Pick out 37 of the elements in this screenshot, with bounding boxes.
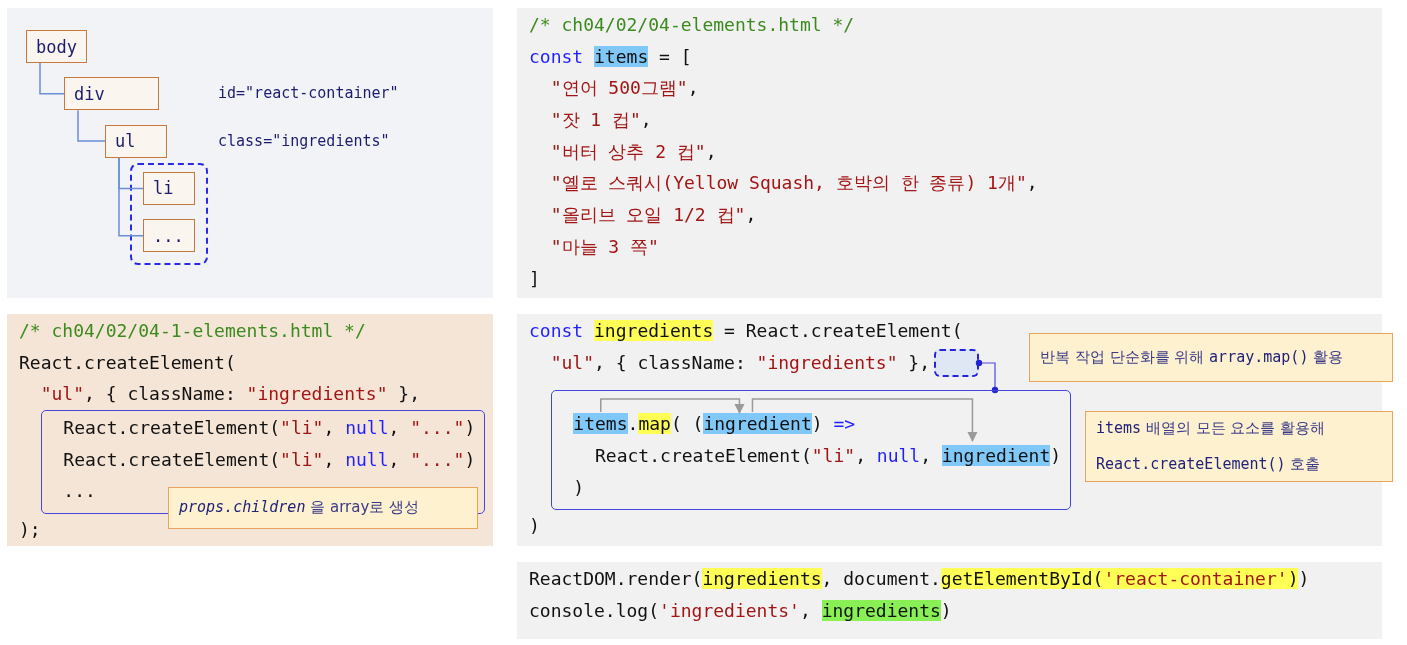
callout-text: items 배열의 모든 요소를 활용해: [1096, 417, 1327, 439]
code-line: "잣 1 컵",: [549, 108, 652, 133]
code-line: "옐로 스쿼시(Yellow Squash, 호박의 한 종류) 1개",: [549, 171, 1038, 196]
code-line: /* ch04/02/04-elements.html */: [529, 13, 855, 37]
code-line: "ul", { className: "ingredients" },: [549, 350, 930, 375]
code-line: "ul", { className: "ingredients" },: [39, 382, 420, 407]
code-line: ): [529, 514, 540, 539]
tree-node: ul: [105, 124, 167, 158]
tree-node: body: [26, 30, 87, 63]
tree-node: ...: [143, 219, 195, 253]
callout-text: React.createElement() 호출: [1096, 453, 1322, 475]
code-line: "마늘 3 쪽": [549, 234, 659, 259]
tree-node: div: [64, 77, 159, 111]
code-line: React.createElement("li", null, "..."): [63, 416, 476, 441]
callout-text: 반복 작업 단순화를 위해 array.map() 활용: [1040, 346, 1345, 368]
code-line: items.map( (ingredient) =>: [573, 412, 856, 437]
callout-text: props.children 을 array로 생성: [179, 497, 421, 519]
connector-line: [39, 62, 65, 95]
code-line: ]: [529, 266, 540, 291]
code-line: /* ch04/02/04-1-elements.html */: [19, 319, 366, 343]
code-line: "연어 500그램",: [549, 76, 699, 101]
connector-line: [77, 109, 106, 142]
attribute-label: id="react-container": [218, 83, 399, 105]
code-line: ): [573, 475, 585, 500]
code-line: "버터 상추 2 컵",: [549, 139, 717, 164]
code-line: ReactDOM.render(ingredients, document.getElementById('react-container')): [529, 567, 1310, 591]
code-line: React.createElement(: [19, 350, 236, 375]
code-line: ...: [63, 479, 96, 504]
tree-node: li: [143, 171, 195, 205]
code-line: React.createElement("li", null, "..."): [63, 447, 476, 472]
code-line: console.log('ingredients', ingredients): [529, 598, 952, 623]
code-line: React.createElement("li", null, ingredient): [594, 444, 1062, 469]
code-line: "올리브 오일 1/2 컵",: [549, 203, 757, 228]
code-line: );: [19, 518, 41, 543]
attribute-label: class="ingredients": [218, 130, 390, 152]
code-line: const items = [: [529, 44, 692, 69]
code-line: const ingredients = React.createElement(: [529, 319, 963, 343]
